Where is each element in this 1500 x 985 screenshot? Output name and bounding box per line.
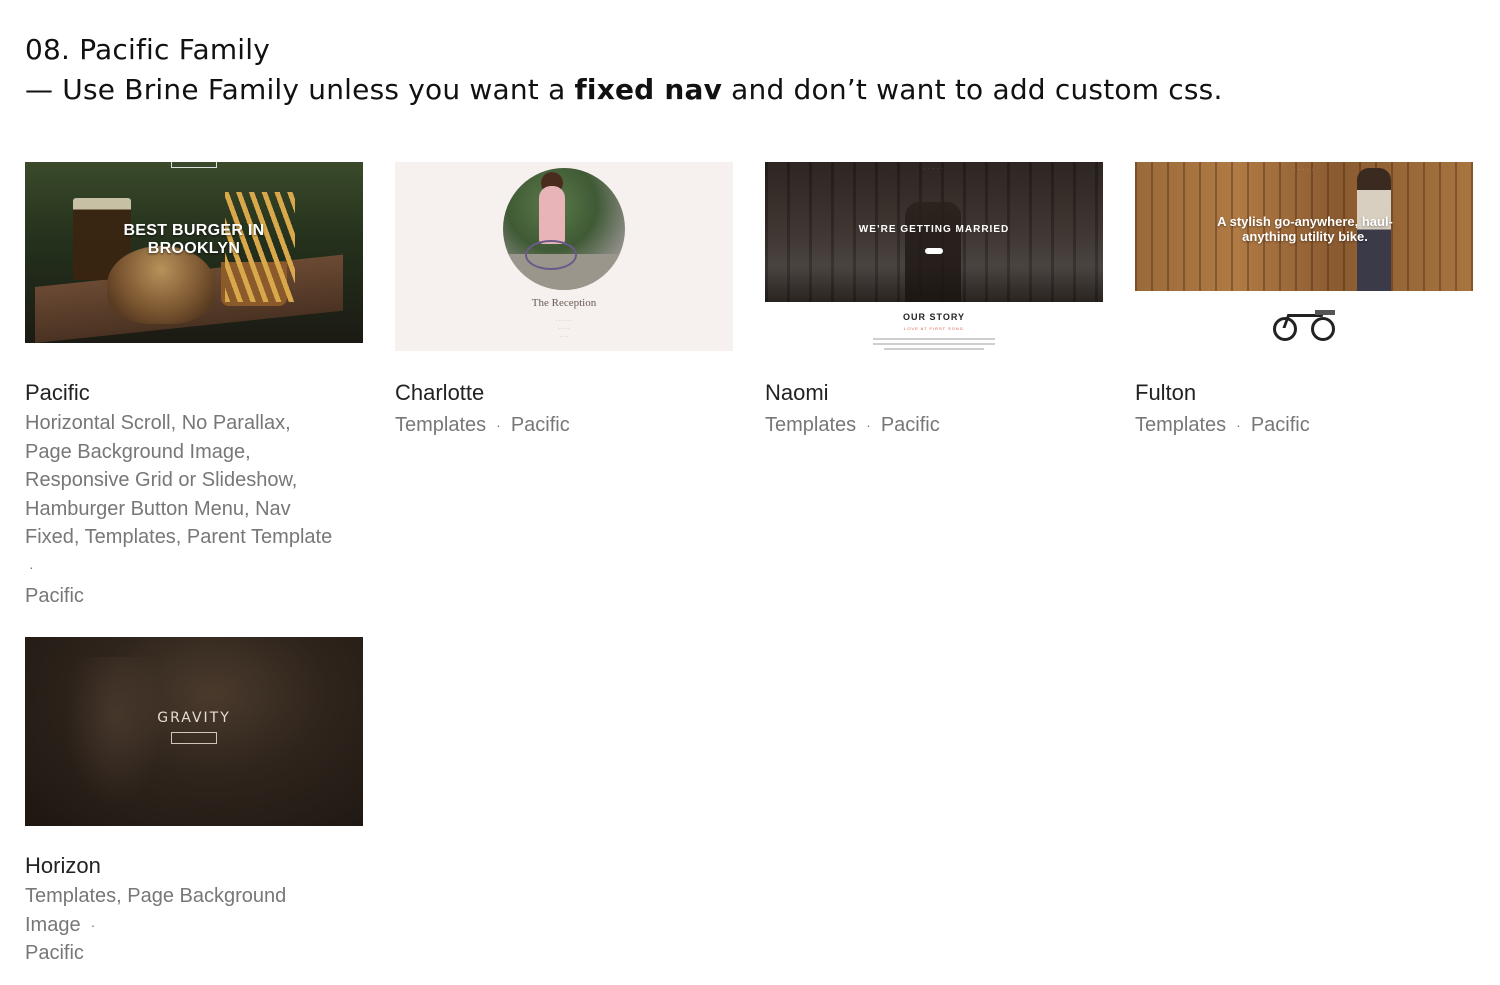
section-note: — Use Brine Family unless you want a fix…	[25, 70, 1223, 110]
template-tags: Templates · Pacific	[1135, 411, 1473, 440]
tag-line[interactable]: Fixed, Templates, Parent Template	[25, 523, 363, 552]
separator-dot: ·	[90, 916, 96, 933]
template-card-naomi[interactable]: · · · · · WE’RE GETTING MARRIED OUR STOR…	[765, 162, 1103, 440]
note-prefix: — Use Brine Family unless you want a	[25, 73, 575, 106]
tag-line[interactable]: Responsive Grid or Slideshow,	[25, 466, 363, 495]
template-family-link[interactable]: Pacific	[25, 939, 363, 968]
thumb-nav: · · · · ·	[923, 166, 945, 171]
thumb-paragraph-line	[884, 348, 984, 350]
tag-line[interactable]: Horizontal Scroll, No Parallax,	[25, 409, 363, 438]
separator-dot: ·	[29, 558, 34, 575]
template-thumbnail-pacific[interactable]: BEST BURGER IN BROOKLYN	[25, 162, 363, 343]
template-family-link[interactable]: Pacific	[1251, 414, 1310, 436]
template-thumbnail-naomi[interactable]: · · · · · WE’RE GETTING MARRIED OUR STOR…	[765, 162, 1103, 352]
template-family-link[interactable]: Pacific	[511, 414, 570, 436]
bike-frame	[1282, 314, 1324, 328]
template-thumbnail-horizon[interactable]: · · · · · · · · · · · · · · GRAVITY · · …	[25, 637, 363, 826]
template-tag-link[interactable]: Templates	[395, 414, 486, 436]
thumb-logo	[171, 162, 217, 168]
tag-line-text[interactable]: Image	[25, 914, 81, 936]
thumb-tagline: LOVE AT FIRST SONG	[904, 326, 964, 331]
tag-line[interactable]: Page Background Image,	[25, 438, 363, 467]
thumb-subheading: OUR STORY	[902, 312, 965, 322]
thumb-button	[171, 732, 217, 744]
separator-dot: ·	[496, 417, 501, 434]
thumb-paragraph-line	[873, 343, 995, 345]
separator-dot: ·	[866, 417, 871, 434]
photo-circle	[503, 168, 625, 290]
template-card-fulton[interactable]: · · · · · A stylish go-anywhere, haul-an…	[1135, 162, 1473, 440]
template-name[interactable]: Charlotte	[395, 379, 733, 407]
note-suffix: and don’t want to add custom css.	[722, 73, 1223, 106]
note-bold: fixed nav	[574, 73, 723, 106]
thumb-small-text: · · · · ·	[558, 326, 570, 331]
template-tags: Horizontal Scroll, No Parallax, Page Bac…	[25, 409, 363, 610]
template-thumbnail-charlotte[interactable]: The Reception · · · · · · · · · · · · · …	[395, 162, 733, 351]
thumb-headline: A stylish go-anywhere, haul-anything uti…	[1217, 214, 1393, 244]
thumb-small-text: · · · ·	[559, 334, 569, 339]
template-tags: Templates · Pacific	[395, 411, 733, 440]
template-thumbnail-fulton[interactable]: · · · · · A stylish go-anywhere, haul-an…	[1135, 162, 1473, 352]
thumb-headline: GRAVITY	[157, 710, 231, 726]
template-name[interactable]: Horizon	[25, 852, 363, 880]
template-card-horizon[interactable]: · · · · · · · · · · · · · · GRAVITY · · …	[25, 637, 363, 968]
section-title: 08. Pacific Family	[25, 33, 271, 66]
thumb-button	[925, 248, 943, 254]
separator-dot: ·	[1236, 417, 1241, 434]
template-name[interactable]: Naomi	[765, 379, 1103, 407]
thumb-small-text: · · · · · · ·	[556, 318, 572, 323]
template-card-pacific[interactable]: BEST BURGER IN BROOKLYN Pacific Horizont…	[25, 162, 363, 610]
thumb-small-text: · · · ·	[187, 750, 201, 754]
template-tag-link[interactable]: Templates	[1135, 414, 1226, 436]
template-tags: Templates, Page Background Image · Pacifi…	[25, 882, 363, 968]
thumb-nav: · · · · ·	[1293, 167, 1315, 172]
tag-line: Image ·	[25, 911, 363, 940]
template-tag-link[interactable]: Templates	[765, 414, 856, 436]
template-tags: Templates · Pacific	[765, 411, 1103, 440]
thumb-nav: · · · · · · · · · · · · · ·	[141, 643, 247, 647]
section-heading: 08. Pacific Family — Use Brine Family un…	[25, 30, 1223, 110]
tag-line[interactable]: Templates, Page Background	[25, 882, 363, 911]
template-family-link[interactable]: Pacific	[25, 582, 363, 611]
thumb-paragraph-line	[873, 338, 995, 340]
bicycle	[525, 240, 577, 270]
template-name[interactable]: Fulton	[1135, 379, 1473, 407]
thumb-figure	[65, 657, 165, 807]
template-family-link[interactable]: Pacific	[881, 414, 940, 436]
bike-rack	[1315, 310, 1335, 315]
template-card-charlotte[interactable]: The Reception · · · · · · · · · · · · · …	[395, 162, 733, 440]
tag-line[interactable]: Hamburger Button Menu, Nav	[25, 495, 363, 524]
template-name[interactable]: Pacific	[25, 379, 363, 407]
thumb-headline: The Reception	[531, 297, 597, 309]
thumb-headline: BEST BURGER IN BROOKLYN	[123, 222, 265, 257]
person	[539, 186, 565, 244]
thumb-headline: WE’RE GETTING MARRIED	[858, 224, 1010, 235]
